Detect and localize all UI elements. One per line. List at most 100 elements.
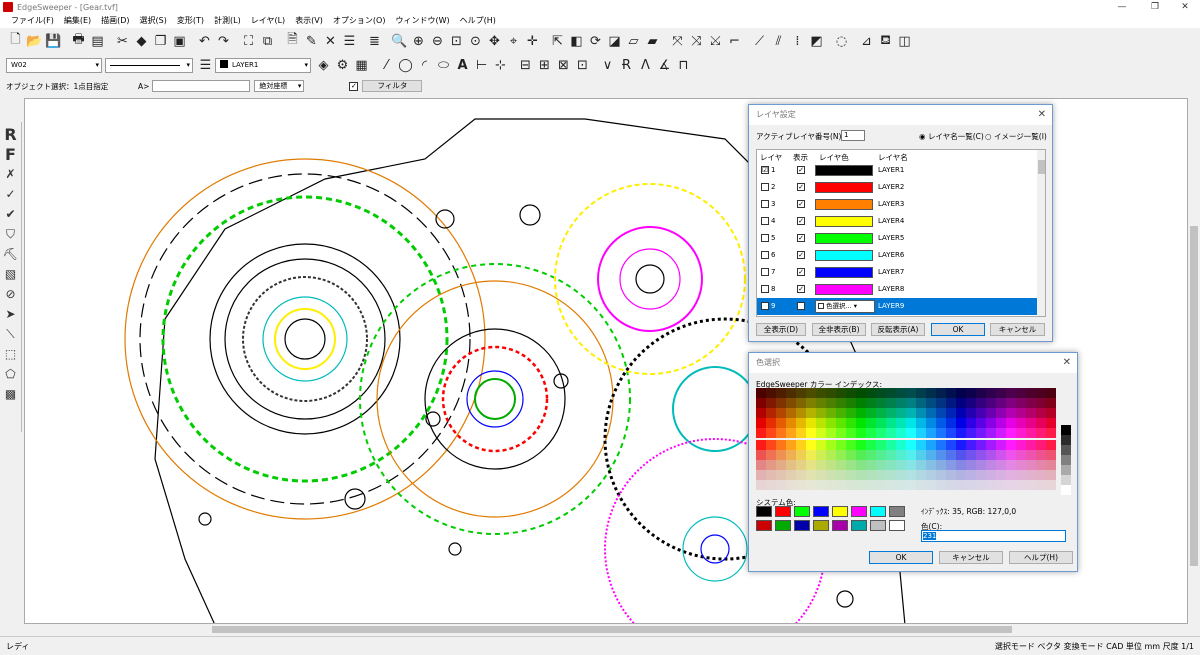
palette-cell[interactable]: [916, 480, 926, 490]
palette-cell[interactable]: [846, 450, 856, 460]
palette-cell[interactable]: [876, 440, 886, 450]
palette-cell[interactable]: [896, 480, 906, 490]
palette-cell[interactable]: [806, 480, 816, 490]
palette-cell[interactable]: [846, 480, 856, 490]
palette-cell[interactable]: [896, 450, 906, 460]
layer-visible-checkbox[interactable]: ✓: [797, 285, 805, 293]
palette-cell[interactable]: [946, 388, 956, 398]
filter-checkbox[interactable]: ✓: [349, 81, 359, 91]
brush-icon[interactable]: ⛏: [1, 244, 21, 264]
layer-active-checkbox[interactable]: [761, 183, 769, 191]
palette-cell[interactable]: [786, 450, 796, 460]
palette-cell[interactable]: [966, 440, 976, 450]
check-cross-icon[interactable]: ✗: [1, 164, 21, 184]
palette-cell[interactable]: [806, 470, 816, 480]
palette-cell[interactable]: [906, 450, 916, 460]
menu-edit[interactable]: 編集(E): [59, 14, 96, 28]
palette-cell[interactable]: [936, 460, 946, 470]
pen-tool-icon[interactable]: ✎: [302, 32, 321, 51]
color-value-input[interactable]: 231: [921, 530, 1066, 542]
palette-cell[interactable]: [976, 398, 986, 408]
palette-cell[interactable]: [786, 388, 796, 398]
palette-cell[interactable]: [766, 408, 776, 418]
palette-cell[interactable]: [816, 480, 826, 490]
palette-cell[interactable]: [926, 398, 936, 408]
array-icon[interactable]: ⁞: [788, 32, 807, 51]
palette-cell[interactable]: [876, 450, 886, 460]
palette-cell[interactable]: [856, 480, 866, 490]
palette-cell[interactable]: [1046, 480, 1056, 490]
palette-cell[interactable]: [816, 388, 826, 398]
system-color-cell[interactable]: [794, 520, 810, 531]
layer-active-checkbox[interactable]: [761, 268, 769, 276]
ruler-icon[interactable]: ⊿: [857, 32, 876, 51]
layer-visible-checkbox[interactable]: ✓: [797, 251, 805, 259]
palette-cell[interactable]: [806, 388, 816, 398]
layer-visible-checkbox[interactable]: ✓: [797, 234, 805, 242]
menu-options[interactable]: オプション(O): [328, 14, 391, 28]
layer-row[interactable]: 4 ✓ LAYER4: [757, 213, 1037, 230]
palette-cell[interactable]: [816, 460, 826, 470]
crosshair-icon[interactable]: ✛: [523, 32, 542, 51]
palette-cell[interactable]: [766, 440, 776, 450]
palette-cell[interactable]: [876, 470, 886, 480]
palette-cell[interactable]: [866, 440, 876, 450]
palette-cell[interactable]: [946, 428, 956, 438]
palette-cell[interactable]: [776, 460, 786, 470]
palette-cell[interactable]: [886, 450, 896, 460]
layer-active-checkbox[interactable]: [761, 200, 769, 208]
palette-cell[interactable]: [866, 418, 876, 428]
palette-cell[interactable]: [956, 460, 966, 470]
palette-cell[interactable]: [996, 388, 1006, 398]
gray-cell[interactable]: [1061, 475, 1071, 485]
palette-cell[interactable]: [1026, 450, 1036, 460]
palette-cell[interactable]: [816, 408, 826, 418]
palette-cell[interactable]: [916, 428, 926, 438]
palette-cell[interactable]: [946, 418, 956, 428]
circle-tool-icon[interactable]: ◌: [832, 32, 851, 51]
palette-cell[interactable]: [836, 428, 846, 438]
layer-visible-checkbox[interactable]: ✓: [797, 183, 805, 191]
palette-cell[interactable]: [1006, 428, 1016, 438]
palette-cell[interactable]: [776, 428, 786, 438]
palette-cell[interactable]: [796, 440, 806, 450]
palette-cell[interactable]: [936, 428, 946, 438]
palette-cell[interactable]: [1006, 388, 1016, 398]
zoom-out-icon[interactable]: ⊖: [428, 32, 447, 51]
horizontal-scroll-thumb[interactable]: [212, 626, 1012, 633]
cut-icon[interactable]: ✂: [113, 32, 132, 51]
palette-cell[interactable]: [1016, 398, 1026, 408]
group-icon[interactable]: ⛶: [239, 32, 258, 51]
text-icon[interactable]: A: [453, 56, 472, 75]
select-region-icon[interactable]: ▧: [1, 264, 21, 284]
palette-cell[interactable]: [966, 418, 976, 428]
palette-cell[interactable]: [1026, 460, 1036, 470]
palette-cell[interactable]: [866, 388, 876, 398]
palette-cell[interactable]: [886, 408, 896, 418]
palette-cell[interactable]: [876, 388, 886, 398]
palette-cell[interactable]: [1046, 470, 1056, 480]
palette-cell[interactable]: [976, 460, 986, 470]
palette-cell[interactable]: [856, 428, 866, 438]
palette-cell[interactable]: [836, 450, 846, 460]
system-color-cell[interactable]: [775, 506, 791, 517]
palette-cell[interactable]: [816, 428, 826, 438]
palette-cell[interactable]: [996, 470, 1006, 480]
palette-cell[interactable]: [896, 408, 906, 418]
palette-cell[interactable]: [886, 388, 896, 398]
palette-cell[interactable]: [1016, 470, 1026, 480]
palette-cell[interactable]: [776, 470, 786, 480]
palette-cell[interactable]: [856, 388, 866, 398]
line-edit-icon[interactable]: ⤧: [668, 32, 687, 51]
palette-cell[interactable]: [1016, 418, 1026, 428]
palette-cell[interactable]: [1026, 388, 1036, 398]
offset-icon[interactable]: ⫽: [769, 32, 788, 51]
palette-cell[interactable]: [1036, 388, 1046, 398]
palette-cell[interactable]: [1046, 388, 1056, 398]
layer-active-checkbox[interactable]: [761, 234, 769, 242]
palette-cell[interactable]: [816, 418, 826, 428]
palette-cell[interactable]: [886, 440, 896, 450]
palette-cell[interactable]: [816, 440, 826, 450]
system-color-cell[interactable]: [889, 506, 905, 517]
layer-color-swatch[interactable]: [815, 284, 873, 295]
